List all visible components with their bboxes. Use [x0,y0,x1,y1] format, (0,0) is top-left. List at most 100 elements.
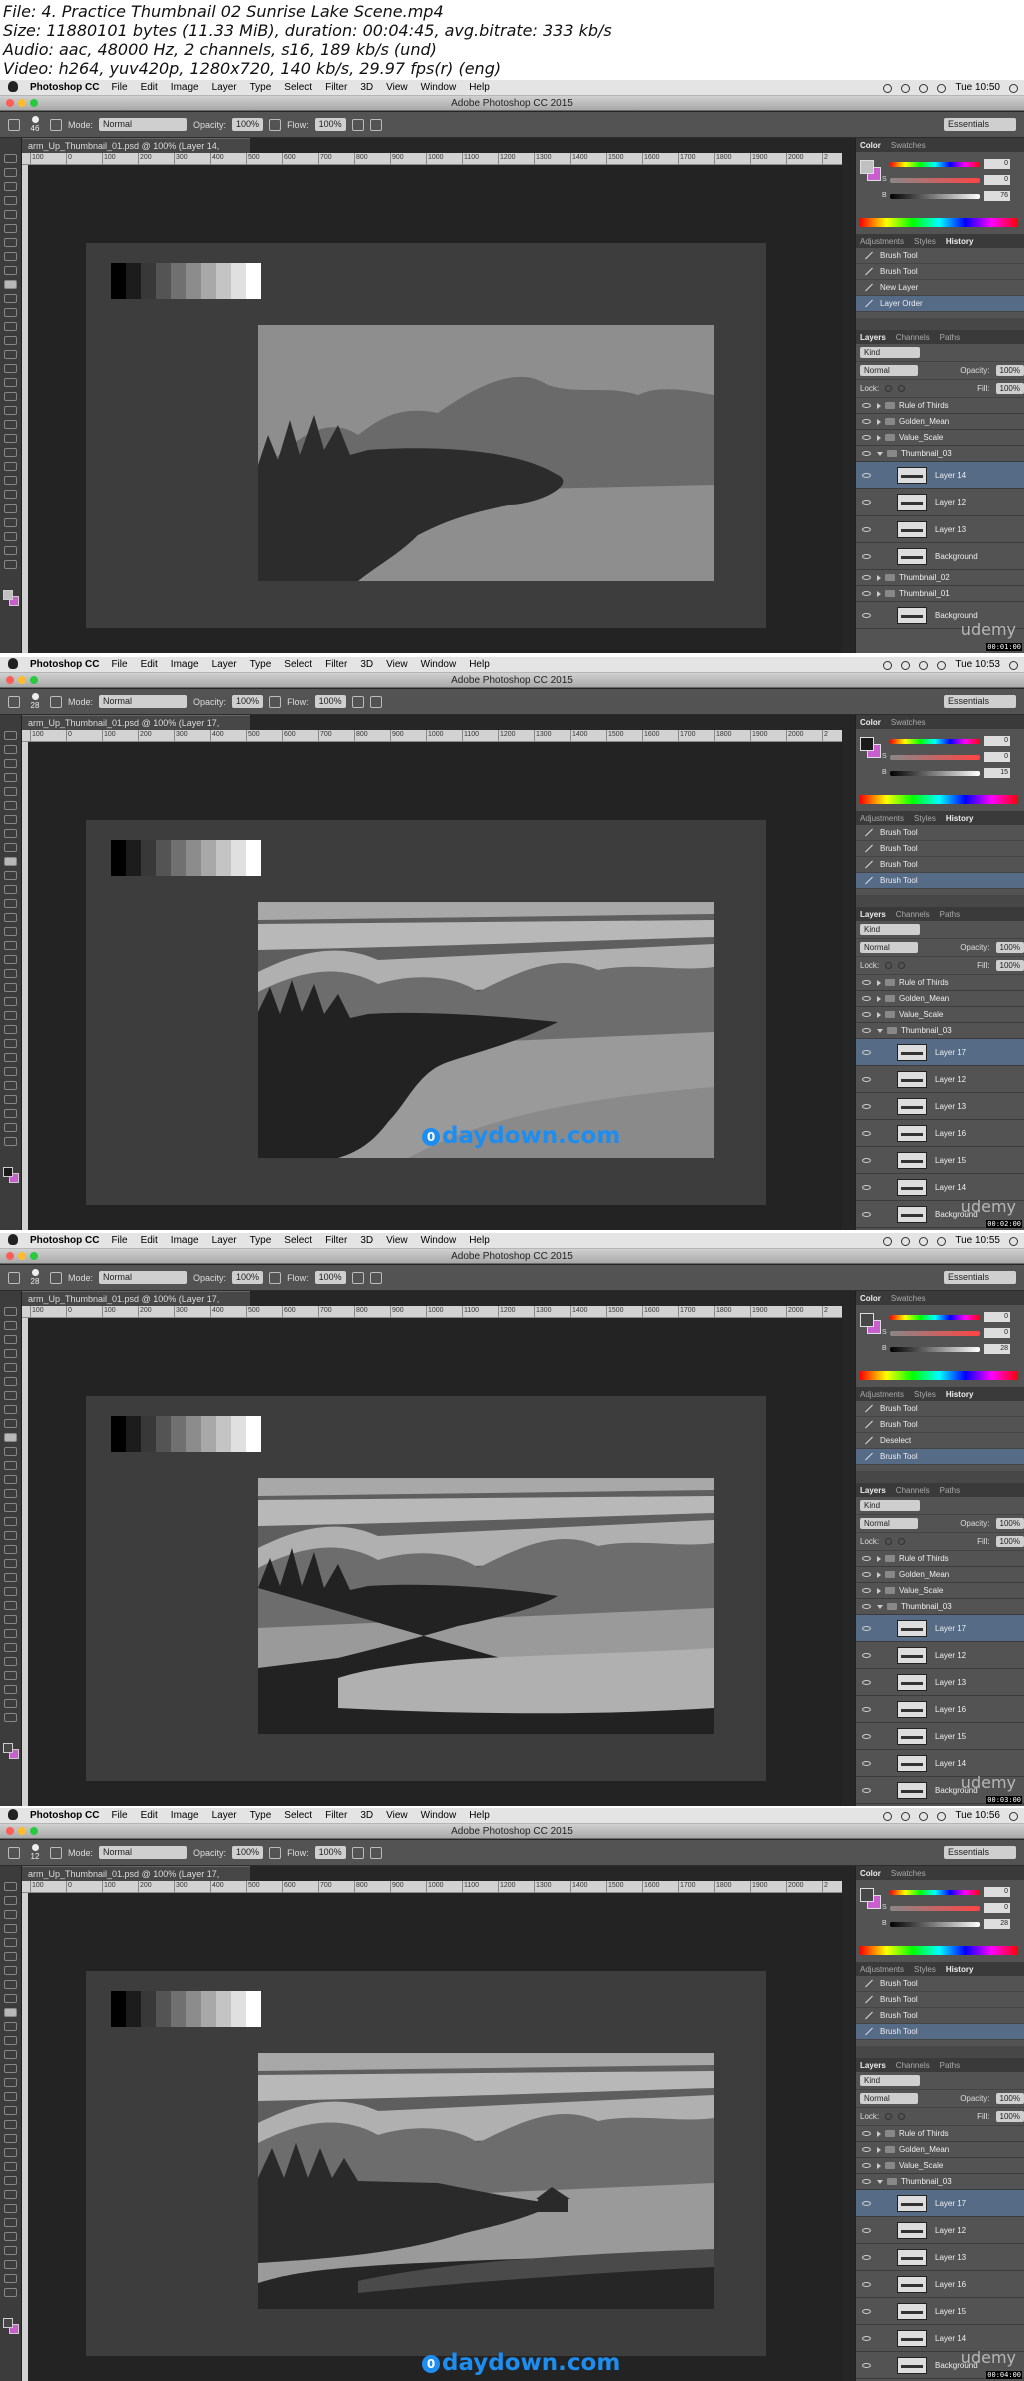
visibility-eye-icon[interactable] [862,1787,871,1793]
tab-color[interactable]: Color [860,718,881,727]
chevron-right-icon[interactable] [877,1011,881,1018]
canvas-area[interactable] [28,165,842,653]
tool-button[interactable] [4,1095,17,1104]
pressure-opacity-icon[interactable] [269,1271,282,1284]
tab-color[interactable]: Color [860,1869,881,1878]
tool-button[interactable] [4,546,17,555]
pressure-opacity-icon[interactable] [269,695,282,708]
tool-button[interactable] [4,2162,17,2171]
tool-button[interactable] [4,815,17,824]
tool-button[interactable] [4,731,17,740]
foreground-color-swatch[interactable] [860,1888,874,1902]
minimize-window-button[interactable] [18,99,26,107]
apple-icon[interactable] [8,658,18,669]
layer-filter-kind[interactable]: Kind [860,347,920,358]
tool-button[interactable] [4,154,17,163]
visibility-eye-icon[interactable] [862,526,871,532]
layer-group-row[interactable]: Value_Scale [856,1583,1024,1599]
app-menu[interactable]: Photoshop CC [30,1235,99,1246]
close-window-button[interactable] [6,676,14,684]
tool-button[interactable] [4,885,17,894]
tool-button[interactable] [4,1966,17,1975]
chevron-right-icon[interactable] [877,995,881,1002]
layer-group-row[interactable]: Thumbnail_03 [856,1599,1024,1615]
menu-3d[interactable]: 3D [360,82,373,93]
menu-window[interactable]: Window [421,1235,457,1246]
tool-button[interactable] [4,913,17,922]
menu-window[interactable]: Window [421,659,457,670]
tool-button[interactable] [4,857,17,866]
menu-help[interactable]: Help [469,82,490,93]
volume-icon[interactable] [937,660,947,670]
thumbnail-sketch[interactable] [258,325,714,581]
zoom-window-button[interactable] [30,99,38,107]
chevron-right-icon[interactable] [877,574,881,581]
saturation-value[interactable]: 0 [984,1903,1010,1913]
layer-group-row[interactable]: Thumbnail_03 [856,1023,1024,1039]
fill-input[interactable]: 100% [995,960,1024,971]
tab-layers[interactable]: Layers [860,2061,886,2070]
tool-button[interactable] [4,1363,17,1372]
hue-value[interactable]: 0 [984,159,1010,169]
menu-3d[interactable]: 3D [360,1810,373,1821]
layer-group-row[interactable]: Golden_Mean [856,991,1024,1007]
visibility-eye-icon[interactable] [862,1157,871,1163]
chevron-right-icon[interactable] [877,2146,881,2153]
blend-mode-dropdown[interactable]: Normal [860,2093,918,2104]
tool-button[interactable] [4,1025,17,1034]
tool-button[interactable] [4,2274,17,2283]
layer-filter-kind[interactable]: Kind [860,1500,920,1511]
chevron-right-icon[interactable] [877,1571,881,1578]
layer-opacity-input[interactable]: 100% [995,365,1024,376]
tool-button[interactable] [4,1349,17,1358]
color-spectrum[interactable] [860,218,1018,227]
visibility-eye-icon[interactable] [862,591,871,596]
menu-image[interactable]: Image [171,82,199,93]
visibility-eye-icon[interactable] [862,1604,871,1609]
menu-image[interactable]: Image [171,1810,199,1821]
workspace-switcher[interactable]: Essentials [944,1271,1016,1284]
blend-mode-dropdown[interactable]: Normal [860,365,918,376]
tool-button[interactable] [4,1067,17,1076]
lock-transparency-icon[interactable] [885,962,893,969]
apple-icon[interactable] [8,1234,18,1245]
mode-dropdown[interactable]: Normal [99,1846,188,1859]
mode-dropdown[interactable]: Normal [99,695,188,708]
canvas-area[interactable] [28,742,842,1230]
status-icon[interactable] [901,83,911,93]
tool-button[interactable] [4,406,17,415]
thumbnail-sketch[interactable] [258,902,714,1158]
saturation-slider[interactable] [890,178,980,183]
layer-group-row[interactable]: Value_Scale [856,1007,1024,1023]
history-state[interactable]: Brush Tool [856,1401,1024,1417]
visibility-eye-icon[interactable] [862,1572,871,1577]
hue-slider[interactable] [890,1315,980,1320]
tool-button[interactable] [4,2120,17,2129]
tool-button[interactable] [4,462,17,471]
chevron-down-icon[interactable] [877,1028,883,1033]
brush-size-picker[interactable]: 12 [26,1844,44,1861]
visibility-eye-icon[interactable] [862,1028,871,1033]
tool-button[interactable] [4,1994,17,2003]
history-state[interactable]: New Layer [856,280,1024,296]
chevron-right-icon[interactable] [877,590,881,597]
tool-button[interactable] [4,1559,17,1568]
document-tab[interactable]: arm_Up_Thumbnail_01.psd @ 100% (Layer 17… [22,1866,250,1894]
tab-paths[interactable]: Paths [940,910,960,919]
pressure-size-icon[interactable] [369,1846,382,1859]
hue-value[interactable]: 0 [984,736,1010,746]
tool-button[interactable] [4,1461,17,1470]
menu-file[interactable]: File [111,82,127,93]
menu-filter[interactable]: Filter [325,659,347,670]
visibility-eye-icon[interactable] [862,472,871,478]
history-state[interactable]: Brush Tool [856,1976,1024,1992]
pressure-opacity-icon[interactable] [269,118,282,131]
tool-button[interactable] [4,759,17,768]
brightness-value[interactable]: 28 [984,1919,1010,1929]
tool-button[interactable] [4,1137,17,1146]
tool-button[interactable] [4,182,17,191]
layer-group-row[interactable]: Value_Scale [856,430,1024,446]
visibility-eye-icon[interactable] [862,1076,871,1082]
flow-input[interactable]: 100% [314,1846,346,1859]
visibility-eye-icon[interactable] [862,499,871,505]
